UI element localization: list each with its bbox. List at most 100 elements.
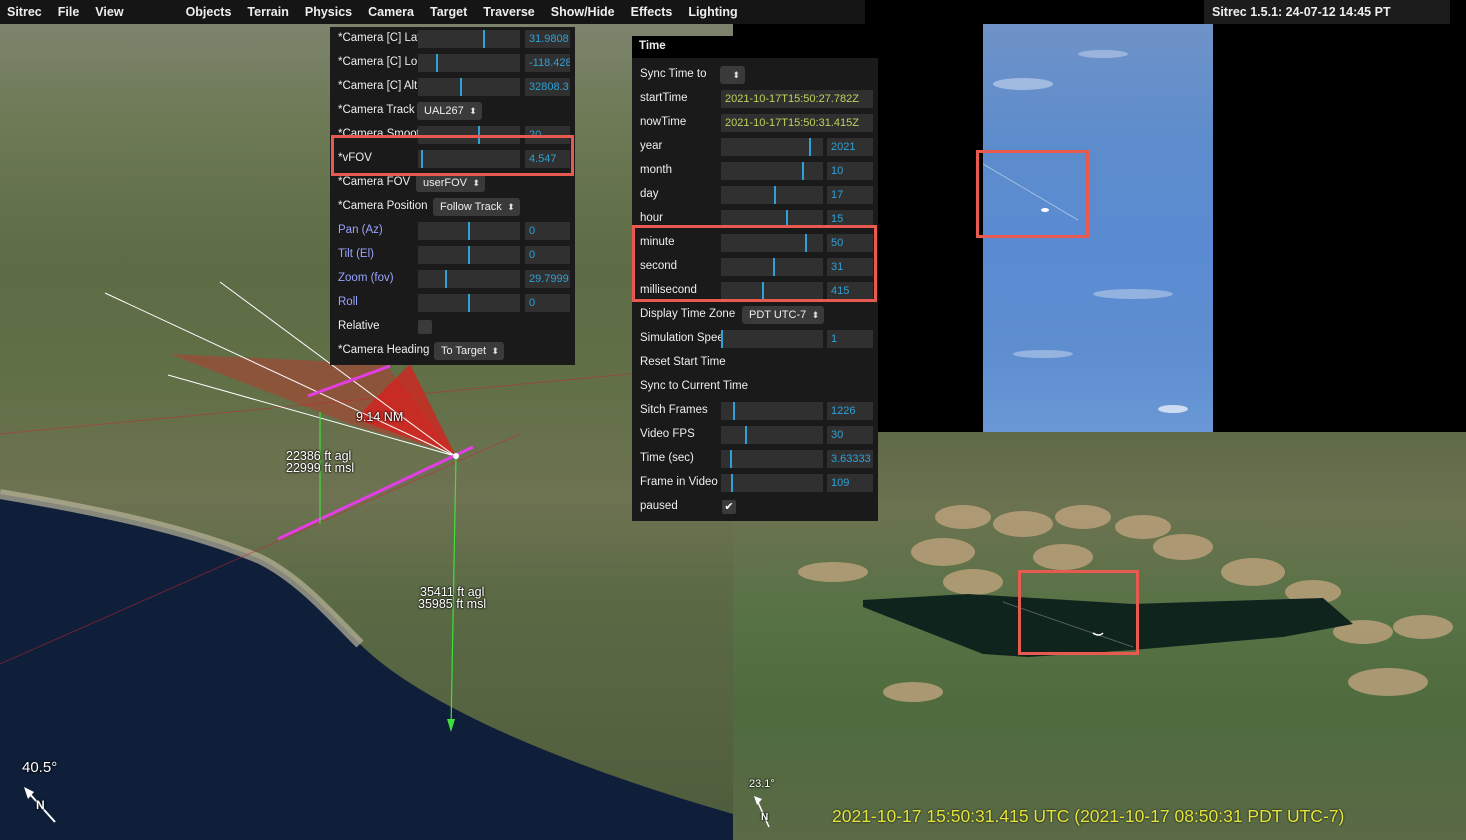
row-roll: Roll 0 [330, 291, 575, 315]
time-sec-label: Time (sec) [640, 452, 694, 464]
pan-az-slider[interactable] [418, 222, 520, 240]
menu-bar: Sitrec File View Objects Terrain Physics… [0, 0, 865, 24]
tilt-el-slider[interactable] [418, 246, 520, 264]
slider-handle[interactable] [802, 162, 804, 180]
menu-app[interactable]: Sitrec [0, 5, 50, 19]
zoom-fov-value[interactable]: 29.7999 [525, 270, 570, 288]
camera-c-lon-value[interactable]: -118.428 [525, 54, 570, 72]
millisecond-slider[interactable] [721, 282, 823, 300]
slider-handle[interactable] [762, 282, 764, 300]
roll-value[interactable]: 0 [525, 294, 570, 312]
minute-value[interactable]: 50 [827, 234, 873, 252]
day-value[interactable]: 17 [827, 186, 873, 204]
select-arrow-icon: ⬍ [507, 202, 515, 212]
month-slider[interactable] [721, 162, 823, 180]
camera-track-select[interactable]: UAL267 ⬍ [417, 102, 482, 120]
relative-checkbox[interactable] [418, 320, 432, 334]
minute-slider[interactable] [721, 234, 823, 252]
menu-file[interactable]: File [50, 5, 88, 19]
slider-handle[interactable] [468, 222, 470, 240]
camera-c-alt-ft-slider[interactable] [418, 78, 520, 96]
camera-position-select[interactable]: Follow Track ⬍ [433, 198, 520, 216]
pan-az-value[interactable]: 0 [525, 222, 570, 240]
menu-camera[interactable]: Camera [360, 5, 422, 19]
time-panel-header[interactable]: Time [632, 36, 878, 58]
menu-lighting[interactable]: Lighting [680, 5, 745, 19]
second-value[interactable]: 31 [827, 258, 873, 276]
menu-view[interactable]: View [87, 5, 131, 19]
nowtime-field[interactable]: 2021-10-17T15:50:31.415Z [721, 114, 873, 132]
slider-handle[interactable] [421, 150, 423, 168]
hour-value[interactable]: 15 [827, 210, 873, 228]
slider-handle[interactable] [483, 30, 485, 48]
row-camera-c-lat: *Camera [C] Lat 31.9808 [330, 27, 575, 51]
slider-handle[interactable] [745, 426, 747, 444]
video-fps-slider[interactable] [721, 426, 823, 444]
vfov-value[interactable]: 4.547 [525, 150, 570, 168]
camera-c-alt-ft-value[interactable]: 32808.3 [525, 78, 570, 96]
second-slider[interactable] [721, 258, 823, 276]
slider-handle[interactable] [468, 294, 470, 312]
select-value: userFOV [423, 177, 468, 189]
month-value[interactable]: 10 [827, 162, 873, 180]
hour-slider[interactable] [721, 210, 823, 228]
camera-smooth-window-value[interactable]: 20 [525, 126, 570, 144]
paused-checkbox[interactable]: ✔ [722, 500, 736, 514]
camera-c-lat-value[interactable]: 31.9808 [525, 30, 570, 48]
slider-handle[interactable] [721, 330, 723, 348]
row-reset-start-time[interactable]: Reset Start Time [632, 351, 878, 375]
time-sec-slider[interactable] [721, 450, 823, 468]
camera-c-lat-slider[interactable] [418, 30, 520, 48]
tilt-el-value[interactable]: 0 [525, 246, 570, 264]
menu-terrain[interactable]: Terrain [239, 5, 296, 19]
frame-in-video-slider[interactable] [721, 474, 823, 492]
slider-handle[interactable] [478, 126, 480, 144]
zoom-fov-slider[interactable] [418, 270, 520, 288]
camera-point [453, 453, 459, 459]
video-target-dot [1041, 208, 1049, 212]
frame-in-video-value[interactable]: 109 [827, 474, 873, 492]
menu-show-hide[interactable]: Show/Hide [543, 5, 623, 19]
menu-effects[interactable]: Effects [623, 5, 681, 19]
relative-label: Relative [338, 320, 380, 332]
menu-objects[interactable]: Objects [178, 5, 240, 19]
year-value[interactable]: 2021 [827, 138, 873, 156]
camera-smooth-window-slider[interactable] [418, 126, 520, 144]
slider-handle[interactable] [774, 186, 776, 204]
slider-handle[interactable] [445, 270, 447, 288]
slider-handle[interactable] [805, 234, 807, 252]
simulation-speed-value[interactable]: 1 [827, 330, 873, 348]
display-time-zone-select[interactable]: PDT UTC-7 ⬍ [742, 306, 825, 324]
vfov-slider[interactable] [418, 150, 520, 168]
day-slider[interactable] [721, 186, 823, 204]
sitch-frames-value[interactable]: 1226 [827, 402, 873, 420]
menu-target[interactable]: Target [422, 5, 475, 19]
slider-handle[interactable] [460, 78, 462, 96]
slider-handle[interactable] [809, 138, 811, 156]
camera-fov-select[interactable]: userFOV ⬍ [416, 174, 486, 192]
roll-slider[interactable] [418, 294, 520, 312]
camera-c-lon-slider[interactable] [418, 54, 520, 72]
row-month: month 10 [632, 159, 878, 183]
simulation-speed-slider[interactable] [721, 330, 823, 348]
slider-handle[interactable] [733, 402, 735, 420]
camera-heading-select[interactable]: To Target ⬍ [434, 342, 505, 360]
row-paused: paused ✔ [632, 495, 878, 519]
slider-handle[interactable] [436, 54, 438, 72]
menu-physics[interactable]: Physics [297, 5, 360, 19]
sync-time-to-select[interactable]: ⬍ [720, 66, 745, 84]
slider-handle[interactable] [786, 210, 788, 228]
slider-handle[interactable] [468, 246, 470, 264]
year-slider[interactable] [721, 138, 823, 156]
millisecond-value[interactable]: 415 [827, 282, 873, 300]
starttime-field[interactable]: 2021-10-17T15:50:27.782Z [721, 90, 873, 108]
slider-handle[interactable] [730, 450, 732, 468]
slider-handle[interactable] [773, 258, 775, 276]
video-fps-value[interactable]: 30 [827, 426, 873, 444]
menu-traverse[interactable]: Traverse [475, 5, 542, 19]
row-sync-time-to: Sync Time to ⬍ [632, 63, 878, 87]
row-sync-to-current-time[interactable]: Sync to Current Time [632, 375, 878, 399]
slider-handle[interactable] [731, 474, 733, 492]
time-sec-value[interactable]: 3.63333 [827, 450, 873, 468]
sitch-frames-slider[interactable] [721, 402, 823, 420]
